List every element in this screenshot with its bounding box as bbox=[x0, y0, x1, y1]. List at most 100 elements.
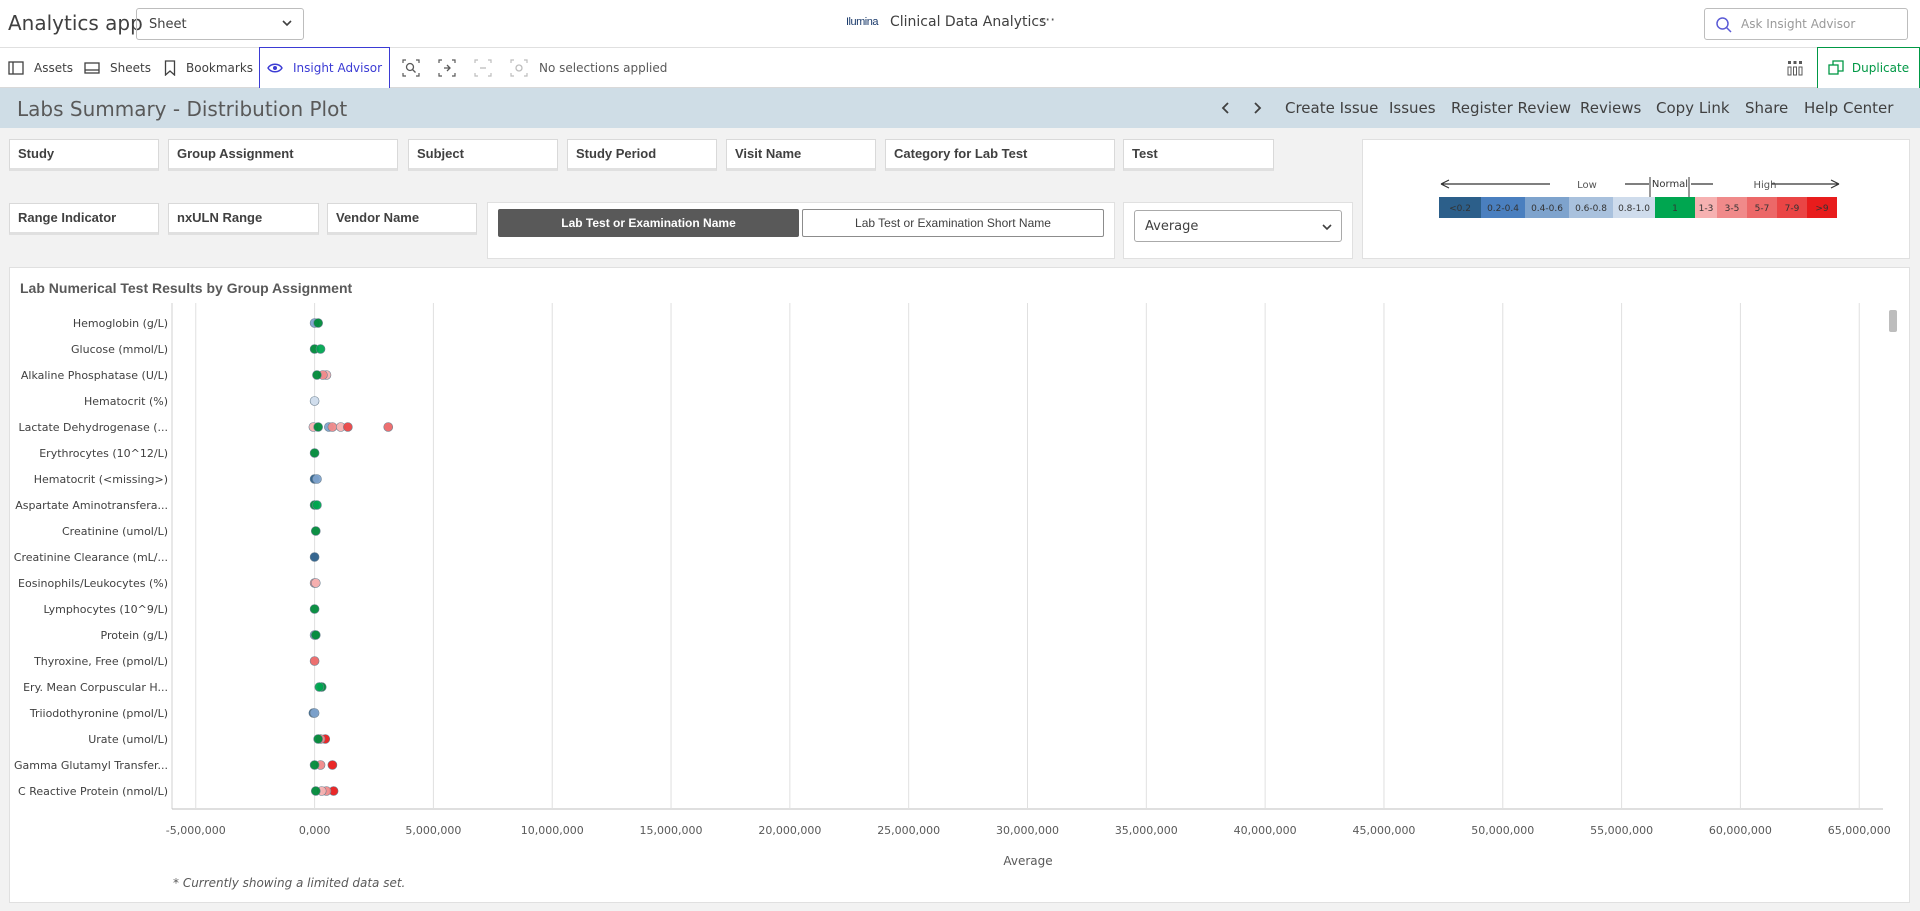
filter-group-assignment[interactable]: Group Assignment bbox=[168, 139, 398, 171]
y-tick-label: Hemoglobin (g/L) bbox=[73, 317, 168, 330]
legend-cell-label: 7-9 bbox=[1785, 204, 1800, 214]
x-tick-label: -5,000,000 bbox=[166, 824, 226, 837]
smart-search-icon[interactable] bbox=[402, 59, 420, 77]
data-point[interactable] bbox=[309, 708, 320, 718]
data-point[interactable] bbox=[309, 448, 320, 458]
data-point[interactable] bbox=[313, 422, 323, 432]
chart-scrollbar[interactable] bbox=[1889, 310, 1897, 332]
data-point[interactable] bbox=[310, 526, 321, 536]
top-bar: Analytics app Sheet Ilumina Clinical Dat… bbox=[0, 0, 1920, 48]
selections-tool-icon[interactable] bbox=[438, 59, 456, 77]
legend-cell-label: >9 bbox=[1815, 204, 1829, 214]
data-point[interactable] bbox=[310, 786, 321, 796]
data-point[interactable] bbox=[314, 682, 325, 692]
legend-cell-label: 3-5 bbox=[1725, 204, 1740, 214]
bookmarks-label: Bookmarks bbox=[186, 61, 254, 75]
filter-subject[interactable]: Subject bbox=[408, 139, 558, 171]
data-point[interactable] bbox=[309, 604, 320, 614]
legend-cell-label: 1 bbox=[1672, 204, 1678, 214]
aggregation-select[interactable]: Average bbox=[1134, 210, 1342, 242]
duplicate-label: Duplicate bbox=[1851, 61, 1910, 75]
y-tick-label: Gamma Glutamyl Transfer... bbox=[14, 759, 168, 772]
y-tick-label: Lactate Dehydrogenase (... bbox=[19, 421, 169, 434]
lab-test-name-button[interactable]: Lab Test or Examination Name bbox=[498, 209, 799, 237]
chevron-right-icon[interactable] bbox=[1249, 100, 1265, 116]
y-tick-label: C Reactive Protein (nmol/L) bbox=[18, 785, 168, 798]
reviews-link[interactable]: Reviews bbox=[1580, 99, 1641, 117]
y-tick-label: Creatinine (umol/L) bbox=[62, 525, 168, 538]
filter-category-lab-test[interactable]: Category for Lab Test bbox=[885, 139, 1115, 171]
legend-high-label: High bbox=[1754, 180, 1777, 191]
data-point[interactable] bbox=[309, 656, 320, 666]
filter-range-indicator[interactable]: Range Indicator bbox=[9, 203, 159, 235]
distribution-plot[interactable]: Hemoglobin (g/L) Glucose (mmol/L) Alkaline… bbox=[10, 268, 1911, 904]
legend-cell-label: 0.6-0.8 bbox=[1575, 204, 1607, 214]
data-point[interactable] bbox=[310, 578, 321, 588]
legend-cell-label: 0.2-0.4 bbox=[1487, 204, 1519, 214]
insight-advisor-button[interactable]: Insight Advisor bbox=[259, 47, 390, 89]
more-options-icon[interactable]: ··· bbox=[1040, 10, 1055, 29]
data-point[interactable] bbox=[309, 760, 320, 770]
data-point[interactable] bbox=[310, 630, 321, 640]
share-link[interactable]: Share bbox=[1745, 99, 1788, 117]
legend-low-label: Low bbox=[1577, 180, 1597, 191]
create-issue-link[interactable]: Create Issue bbox=[1285, 99, 1378, 117]
app-title: Analytics app bbox=[8, 11, 143, 35]
issues-link[interactable]: Issues bbox=[1389, 99, 1436, 117]
sheet-title: Labs Summary - Distribution Plot bbox=[17, 97, 348, 121]
x-tick-label: 60,000,000 bbox=[1709, 824, 1772, 837]
sheets-label: Sheets bbox=[110, 61, 151, 75]
bookmarks-button[interactable]: Bookmarks bbox=[164, 48, 253, 88]
lab-test-short-name-button[interactable]: Lab Test or Examination Short Name bbox=[802, 209, 1104, 237]
filter-nxuln-range[interactable]: nxULN Range bbox=[168, 203, 319, 235]
sheets-button[interactable]: Sheets bbox=[84, 48, 151, 88]
ask-insight-advisor-input[interactable]: Ask Insight Advisor bbox=[1704, 8, 1908, 40]
x-axis-title: Average bbox=[1003, 854, 1052, 868]
chevron-left-icon[interactable] bbox=[1218, 100, 1234, 116]
app-header-title: Ilumina Clinical Data Analytics bbox=[846, 14, 1046, 30]
help-center-link[interactable]: Help Center bbox=[1804, 99, 1893, 117]
filter-visit-name[interactable]: Visit Name bbox=[726, 139, 876, 171]
sheet-dropdown[interactable]: Sheet bbox=[136, 8, 304, 40]
aggregation-value: Average bbox=[1145, 219, 1199, 234]
data-point[interactable] bbox=[327, 760, 338, 770]
app-name: Clinical Data Analytics bbox=[889, 14, 1047, 30]
filter-study[interactable]: Study bbox=[9, 139, 159, 171]
filter-study-period[interactable]: Study Period bbox=[567, 139, 717, 171]
data-point[interactable] bbox=[312, 370, 322, 380]
data-point[interactable] bbox=[343, 422, 353, 432]
assets-button[interactable]: Assets bbox=[8, 48, 73, 88]
filter-vendor-name[interactable]: Vendor Name bbox=[327, 203, 477, 235]
x-tick-label: 50,000,000 bbox=[1471, 824, 1534, 837]
data-point[interactable] bbox=[327, 422, 338, 432]
y-tick-label: Hematocrit (%) bbox=[84, 395, 168, 408]
data-point[interactable] bbox=[313, 734, 323, 744]
dimension-toggle-group: Lab Test or Examination Name Lab Test or… bbox=[487, 202, 1115, 259]
clear-selections-icon[interactable] bbox=[510, 59, 528, 77]
copy-link-link[interactable]: Copy Link bbox=[1656, 99, 1730, 117]
y-tick-label: Eosinophils/Leukocytes (%) bbox=[18, 577, 168, 590]
legend-cell-label: 0.4-0.6 bbox=[1531, 204, 1563, 214]
chevron-down-icon bbox=[1322, 224, 1332, 231]
chart-panel: Lab Numerical Test Results by Group Assi… bbox=[9, 267, 1910, 903]
data-point[interactable] bbox=[315, 344, 326, 354]
register-review-link[interactable]: Register Review bbox=[1451, 99, 1571, 117]
data-point[interactable] bbox=[312, 474, 322, 484]
step-forward-icon[interactable] bbox=[474, 59, 492, 77]
x-tick-label: 40,000,000 bbox=[1234, 824, 1297, 837]
data-point[interactable] bbox=[313, 318, 323, 328]
filter-test[interactable]: Test bbox=[1123, 139, 1274, 171]
y-tick-label: Creatinine Clearance (mL/... bbox=[14, 551, 168, 564]
insight-eye-icon bbox=[267, 63, 283, 73]
y-tick-label: Aspartate Aminotransfera... bbox=[15, 499, 168, 512]
search-icon bbox=[1716, 17, 1732, 33]
ask-placeholder: Ask Insight Advisor bbox=[1741, 17, 1856, 31]
data-point[interactable] bbox=[309, 552, 320, 562]
duplicate-button[interactable]: Duplicate bbox=[1817, 47, 1920, 89]
data-point[interactable] bbox=[309, 396, 320, 406]
data-point[interactable] bbox=[383, 422, 394, 432]
x-tick-label: 20,000,000 bbox=[758, 824, 821, 837]
data-point[interactable] bbox=[312, 500, 322, 510]
grid-view-icon[interactable] bbox=[1787, 60, 1803, 76]
y-tick-label: Triiodothyronine (pmol/L) bbox=[29, 707, 168, 720]
